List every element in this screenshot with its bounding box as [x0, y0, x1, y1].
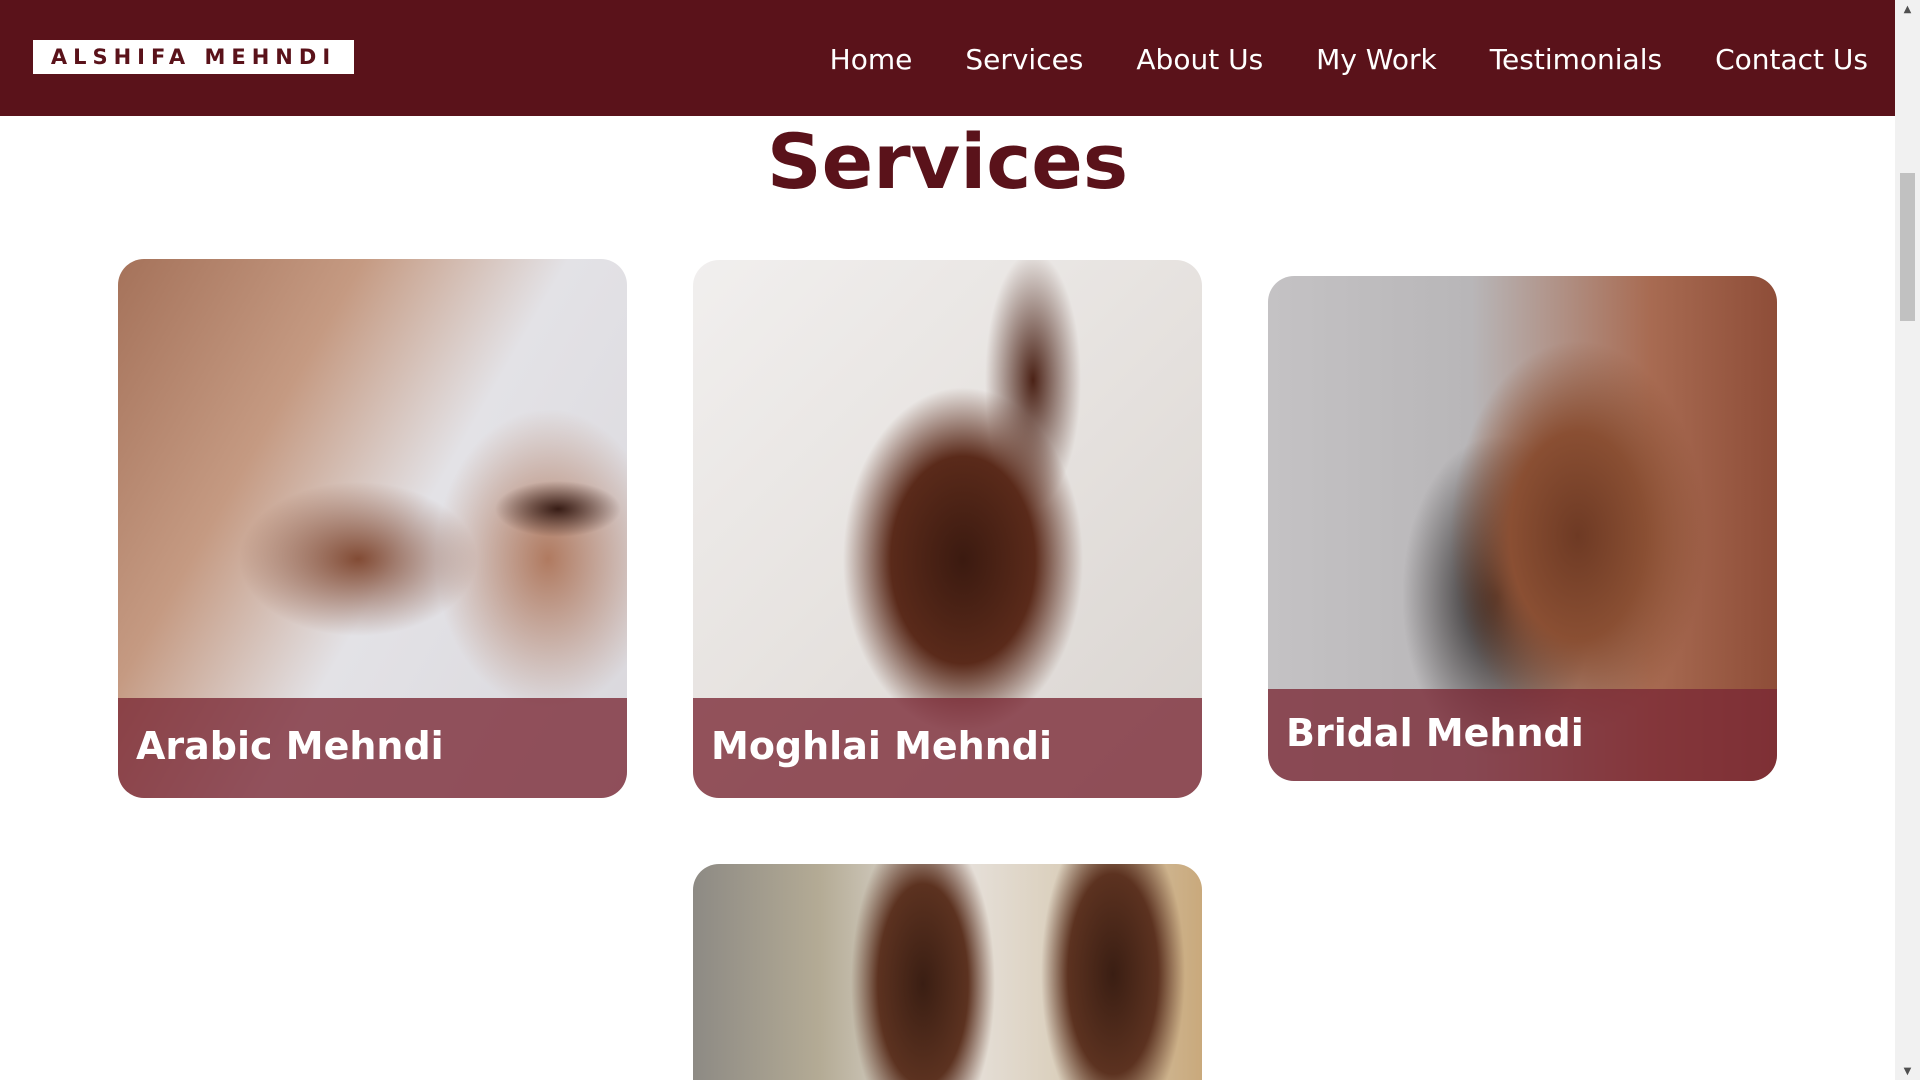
main-nav: Home Services About Us My Work Testimoni… [830, 38, 1868, 81]
nav-my-work[interactable]: My Work [1316, 38, 1437, 81]
services-heading: Services [766, 117, 1129, 206]
nav-contact-us[interactable]: Contact Us [1715, 38, 1868, 81]
scroll-up-icon[interactable]: ▲ [1895, 0, 1920, 18]
card-caption: Moghlai Mehndi [693, 698, 1202, 798]
service-card-moghlai-mehndi[interactable]: Moghlai Mehndi [693, 260, 1202, 798]
service-card-arabic-mehndi[interactable]: Arabic Mehndi [118, 259, 627, 798]
scrollbar-thumb[interactable] [1900, 173, 1915, 321]
nav-services[interactable]: Services [965, 38, 1083, 81]
card-caption: Arabic Mehndi [118, 698, 627, 798]
card-caption-text: Bridal Mehndi [1286, 711, 1584, 755]
card-caption-text: Moghlai Mehndi [711, 724, 1053, 768]
service-card-bridal-mehndi[interactable]: Bridal Mehndi [1268, 276, 1777, 781]
nav-about-us[interactable]: About Us [1136, 38, 1263, 81]
page-viewport: ALSHIFA MEHNDI Home Services About Us My… [0, 0, 1895, 1080]
logo-text: ALSHIFA MEHNDI [50, 45, 337, 69]
card-caption: Bridal Mehndi [1268, 689, 1777, 781]
nav-testimonials[interactable]: Testimonials [1490, 38, 1662, 81]
nav-home[interactable]: Home [830, 38, 913, 81]
mehndi-photo [693, 864, 1202, 1080]
scroll-down-icon[interactable]: ▼ [1895, 1062, 1920, 1080]
navbar: ALSHIFA MEHNDI Home Services About Us My… [0, 0, 1895, 116]
service-card-fourth[interactable] [693, 864, 1202, 1080]
vertical-scrollbar[interactable]: ▲ ▼ [1895, 0, 1920, 1080]
card-caption-text: Arabic Mehndi [136, 724, 444, 768]
site-logo[interactable]: ALSHIFA MEHNDI [33, 40, 354, 74]
